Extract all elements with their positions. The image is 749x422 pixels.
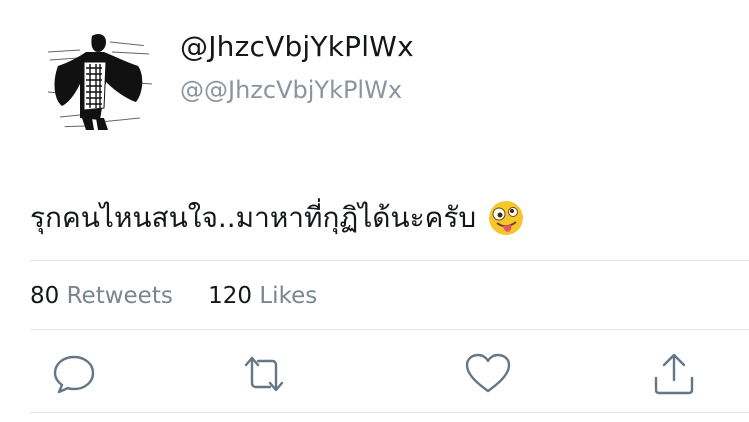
user-handle[interactable]: @@JhzcVbjYkPlWx [180, 76, 402, 104]
display-name[interactable]: @JhzcVbjYkPlWx [180, 30, 414, 63]
tweet-text: รุกคนไหนสนใจ..มาหาที่กุฏิได้นะครับ [30, 201, 477, 234]
retweets-stat[interactable]: 80 Retweets [30, 283, 173, 309]
divider-middle [30, 329, 749, 330]
retweets-label: Retweets [66, 283, 173, 309]
share-button[interactable] [650, 350, 698, 398]
divider-top [30, 260, 749, 261]
likes-stat[interactable]: 120 Likes [208, 283, 317, 309]
likes-count: 120 [208, 283, 253, 309]
speech-bubble-icon [53, 355, 95, 394]
likes-label: Likes [259, 283, 318, 309]
zany-face-icon [488, 200, 524, 236]
reply-button[interactable] [50, 350, 98, 398]
retweets-count: 80 [30, 283, 60, 309]
retweet-button[interactable] [240, 350, 288, 398]
avatar[interactable] [40, 22, 155, 137]
divider-bottom [30, 412, 749, 413]
tweet-stats: 80 Retweets 120 Likes [30, 283, 345, 309]
tweet-body: รุกคนไหนสนใจ..มาหาที่กุฏิได้นะครับ [30, 196, 524, 240]
share-upload-icon [654, 353, 694, 395]
retweet-arrows-icon [244, 356, 284, 392]
heart-icon [465, 353, 511, 393]
avatar-illustration [40, 22, 155, 137]
like-button[interactable] [464, 350, 512, 398]
